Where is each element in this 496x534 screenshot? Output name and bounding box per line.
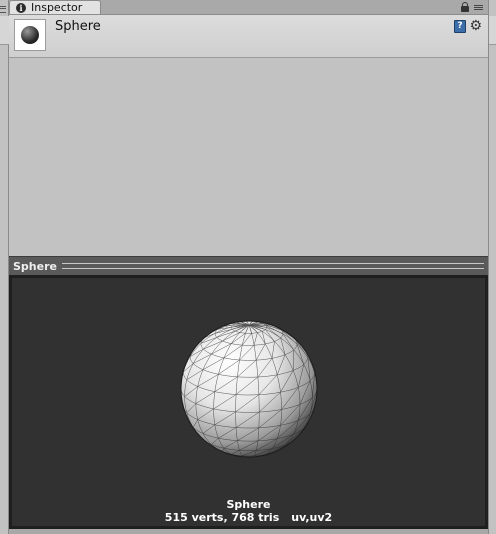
bottom-edge: [9, 529, 488, 534]
asset-title: Sphere: [55, 19, 101, 34]
asset-thumbnail: [14, 19, 46, 51]
mesh-name-caption: Sphere: [226, 498, 271, 511]
panel-menu-icon[interactable]: [472, 2, 484, 12]
sphere-mesh-render[interactable]: [12, 278, 485, 526]
preview-header[interactable]: Sphere: [9, 256, 488, 275]
tab-bar: i Inspector: [9, 0, 488, 15]
sphere-thumbnail-icon: [21, 26, 39, 44]
right-panel-row: [489, 16, 496, 45]
mesh-stats-caption: 515 verts, 768 tris uv,uv2: [12, 511, 485, 524]
tab-inspector-label: Inspector: [31, 1, 83, 14]
preview-drag-handle[interactable]: [61, 263, 484, 269]
left-neighbor-panel: [0, 0, 9, 534]
preview-title: Sphere: [13, 259, 57, 273]
left-panel-row: [0, 16, 9, 45]
right-neighbor-panel: [488, 0, 496, 534]
mesh-preview-viewport[interactable]: Sphere 515 verts, 768 tris uv,uv2: [9, 275, 488, 529]
info-icon: i: [16, 2, 26, 13]
left-menu-icon[interactable]: [0, 6, 6, 13]
gear-icon[interactable]: ⚙: [469, 19, 482, 33]
inspector-body: [9, 58, 488, 256]
inspector-window: i Inspector Sphere ? ⚙ Sphere Sphere 515…: [0, 0, 496, 534]
help-icon[interactable]: ?: [454, 20, 466, 33]
mesh-uv-channels: uv,uv2: [291, 511, 333, 524]
mesh-verts-tris: 515 verts, 768 tris: [164, 511, 280, 524]
tab-tools: [461, 2, 484, 12]
lock-icon[interactable]: [461, 2, 469, 12]
inspector-header: Sphere ? ⚙: [9, 15, 488, 58]
tab-inspector[interactable]: i Inspector: [9, 0, 101, 14]
